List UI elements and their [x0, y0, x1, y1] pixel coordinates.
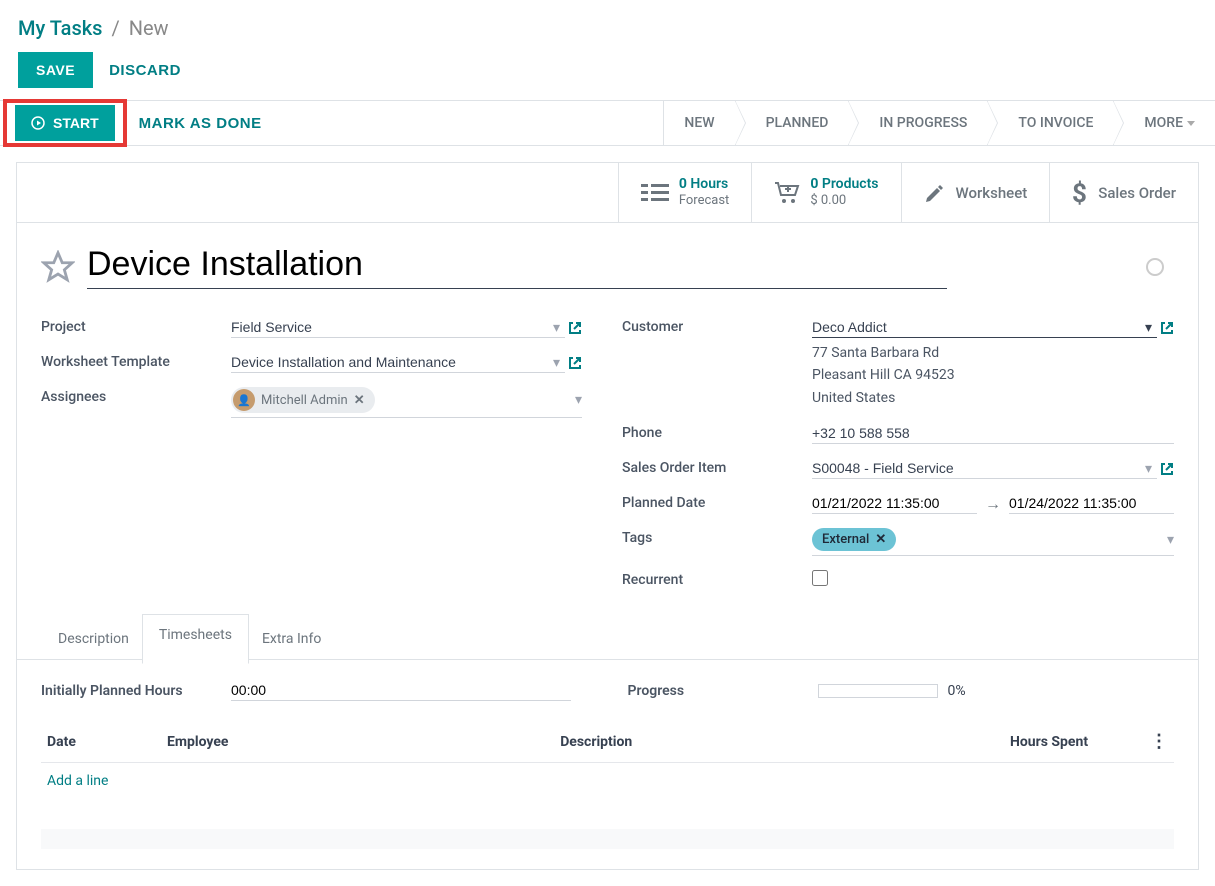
form-col-right: Customer ▾ 77 Santa Barbara Rd Pleasant … [622, 317, 1174, 588]
stage-in-progress[interactable]: IN PROGRESS [848, 101, 987, 145]
chevron-down-icon [1187, 121, 1195, 126]
cart-plus-icon [774, 182, 800, 204]
stat-products-button[interactable]: 0 Products $ 0.00 [751, 163, 900, 222]
breadcrumb: My Tasks / New [0, 0, 1215, 48]
recurrent-label: Recurrent [622, 570, 812, 588]
save-button[interactable]: SAVE [18, 52, 93, 88]
stat-worksheet-button[interactable]: Worksheet [901, 163, 1050, 222]
sales-order-item-field[interactable] [812, 458, 1157, 479]
avatar-icon: 👤 [233, 389, 255, 411]
external-link-icon[interactable] [568, 321, 582, 335]
project-label: Project [41, 317, 231, 335]
planned-date-label: Planned Date [622, 493, 812, 511]
worksheet-template-label: Worksheet Template [41, 352, 231, 370]
table-options-icon[interactable]: ⋮ [1144, 721, 1174, 763]
pencil-icon [924, 182, 946, 204]
customer-label: Customer [622, 317, 812, 335]
stat-hours-button[interactable]: 0 Hours Forecast [618, 163, 751, 222]
dollar-icon: $ [1072, 180, 1088, 206]
project-field[interactable] [231, 317, 565, 338]
chevron-down-icon[interactable]: ▾ [1145, 461, 1152, 477]
task-title-input[interactable] [87, 245, 947, 289]
list-icon [641, 182, 669, 204]
star-icon[interactable] [41, 250, 75, 284]
col-date: Date [41, 721, 161, 763]
customer-address: 77 Santa Barbara Rd Pleasant Hill CA 945… [812, 338, 1174, 409]
timesheet-table: Date Employee Description Hours Spent ⋮ … [41, 721, 1174, 849]
col-hours-spent: Hours Spent [1004, 721, 1144, 763]
title-row [17, 223, 1198, 297]
kanban-state-indicator[interactable] [1146, 258, 1164, 276]
stat-sales-order-button[interactable]: $ Sales Order [1049, 163, 1198, 222]
arrow-right-icon: → [985, 494, 1001, 514]
initially-planned-label: Initially Planned Hours [41, 683, 231, 699]
customer-field[interactable] [812, 317, 1157, 338]
tabs: Description Timesheets Extra Info [17, 608, 1198, 660]
header-actions: SAVE DISCARD [0, 48, 1215, 100]
col-employee: Employee [161, 721, 554, 763]
external-link-icon[interactable] [1160, 462, 1174, 476]
form-col-left: Project ▾ Worksheet Template ▾ [41, 317, 582, 588]
stat-buttons: 0 Hours Forecast 0 Products $ 0.00 Works… [17, 163, 1198, 223]
stage-new[interactable]: NEW [663, 101, 734, 145]
assignees-label: Assignees [41, 387, 231, 405]
progress-label: Progress [628, 683, 818, 699]
sales-order-item-label: Sales Order Item [622, 458, 812, 476]
breadcrumb-current: New [129, 16, 169, 40]
mark-done-button[interactable]: MARK AS DONE [139, 101, 262, 145]
chevron-down-icon[interactable]: ▾ [1167, 532, 1174, 548]
stage-to-invoice[interactable]: TO INVOICE [987, 101, 1113, 145]
status-bar: START MARK AS DONE NEW PLANNED IN PROGRE… [0, 100, 1215, 146]
tab-extra-info[interactable]: Extra Info [245, 618, 338, 660]
recurrent-checkbox[interactable] [812, 570, 828, 586]
col-description: Description [554, 721, 1004, 763]
form-grid: Project ▾ Worksheet Template ▾ [17, 297, 1198, 608]
breadcrumb-parent[interactable]: My Tasks [18, 16, 102, 40]
tab-timesheets[interactable]: Timesheets [142, 614, 249, 664]
worksheet-template-field[interactable] [231, 352, 565, 373]
statusbar-actions-highlight: START [3, 99, 127, 147]
stage-more[interactable]: MORE [1113, 101, 1215, 145]
tags-label: Tags [622, 528, 812, 546]
tab-description[interactable]: Description [41, 618, 146, 660]
start-button[interactable]: START [15, 105, 115, 141]
chevron-down-icon[interactable]: ▾ [1145, 320, 1152, 336]
chevron-down-icon[interactable]: ▾ [553, 355, 560, 371]
tag-chip[interactable]: External ✕ [812, 528, 896, 551]
play-icon [31, 116, 45, 130]
add-line-link[interactable]: Add a line [47, 773, 108, 789]
form-sheet: 0 Hours Forecast 0 Products $ 0.00 Works… [16, 162, 1199, 870]
assignee-chip[interactable]: 👤 Mitchell Admin ✕ [231, 387, 375, 413]
timesheets-panel: Initially Planned Hours Progress 0% Date… [17, 660, 1198, 869]
remove-tag-icon[interactable]: ✕ [875, 532, 886, 547]
stage-planned[interactable]: PLANNED [735, 101, 849, 145]
stage-pipeline: NEW PLANNED IN PROGRESS TO INVOICE MORE [663, 101, 1215, 145]
planned-end-field[interactable] [1009, 493, 1174, 514]
planned-start-field[interactable] [812, 493, 977, 514]
discard-button[interactable]: DISCARD [109, 62, 181, 79]
table-row: Add a line [41, 763, 1174, 800]
initially-planned-field[interactable] [231, 680, 571, 701]
chevron-down-icon[interactable]: ▾ [575, 392, 582, 408]
progress-bar [818, 684, 938, 698]
phone-label: Phone [622, 423, 812, 441]
external-link-icon[interactable] [568, 356, 582, 370]
chevron-down-icon[interactable]: ▾ [553, 320, 560, 336]
remove-chip-icon[interactable]: ✕ [354, 393, 365, 408]
external-link-icon[interactable] [1160, 321, 1174, 335]
progress-value: 0% [948, 683, 966, 699]
svg-text:$: $ [1072, 180, 1087, 206]
phone-field[interactable] [812, 423, 1174, 444]
